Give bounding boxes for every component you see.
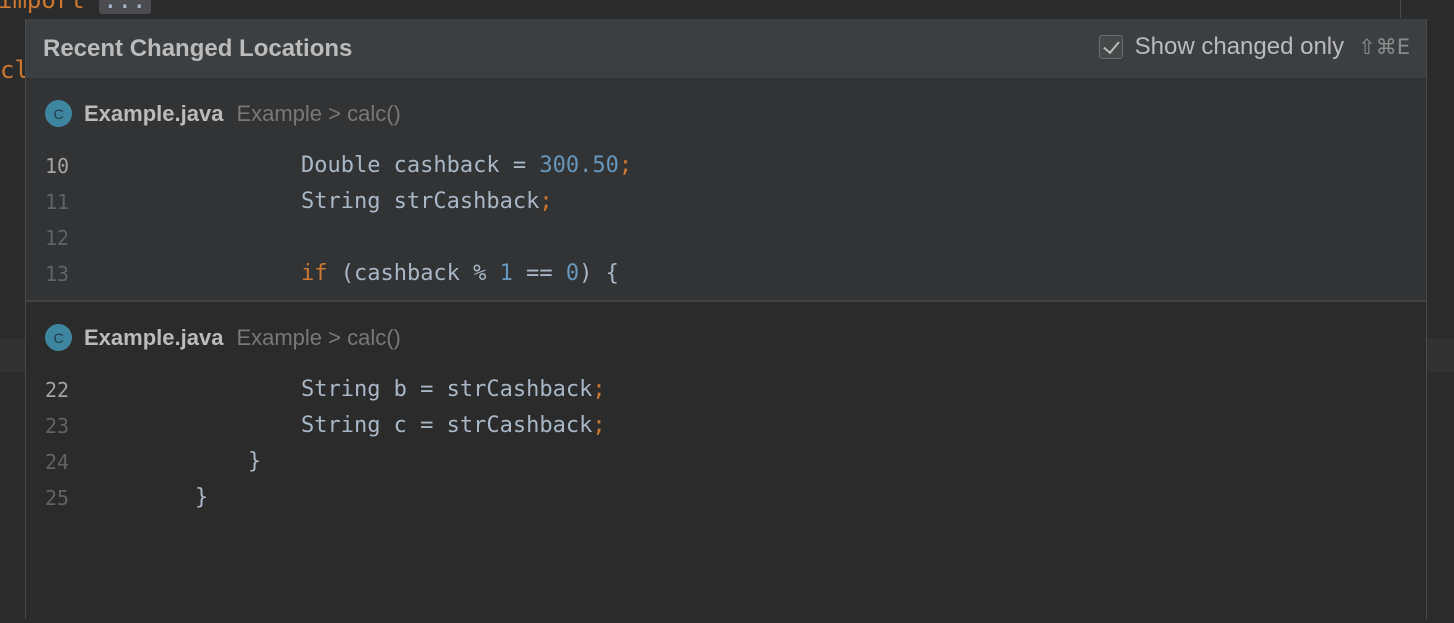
popup-header: Recent Changed Locations Show changed on…: [26, 19, 1426, 79]
code-line: 25}: [45, 480, 606, 516]
shortcut-hint: ⇧⌘E: [1358, 35, 1410, 59]
code-preview: 10 Double cashback = 300.50; 11 String st…: [45, 148, 632, 292]
show-changed-only-checkbox[interactable]: [1098, 35, 1123, 59]
code-text: }: [195, 444, 261, 480]
code-token: ;: [592, 413, 606, 438]
code-text: String b = strCashback;: [195, 372, 606, 408]
code-token: ;: [539, 189, 553, 214]
import-keyword: import: [0, 0, 85, 14]
show-changed-only-label[interactable]: Show changed only: [1135, 33, 1344, 61]
java-class-icon: C: [45, 324, 72, 351]
code-text: }: [195, 480, 208, 516]
line-number: 22: [45, 378, 70, 402]
file-path: Example > calc(): [236, 324, 401, 350]
code-token: String c = strCashback: [300, 413, 593, 438]
location-file-header: C Example.java Example > calc(): [45, 324, 401, 351]
code-token: ;: [618, 153, 633, 178]
code-line: 13 if (cashback % 1 == 0) {: [45, 256, 632, 292]
file-name: Example.java: [84, 100, 224, 126]
code-token: 0: [565, 261, 580, 286]
code-preview: 22 String b = strCashback; 23 String c = …: [45, 372, 606, 516]
code-token: 300.50: [539, 153, 619, 178]
location-entry[interactable]: C Example.java Example > calc() 22 Strin…: [26, 303, 1426, 623]
code-token: if: [300, 261, 341, 286]
code-text: if (cashback % 1 == 0) {: [195, 256, 619, 292]
code-token: }: [195, 485, 209, 510]
code-token: ==: [512, 261, 566, 286]
line-number: 24: [45, 450, 70, 474]
popup-title: Recent Changed Locations: [43, 35, 353, 62]
line-number: 12: [45, 226, 70, 250]
code-line: 12: [45, 220, 632, 256]
location-entry[interactable]: C Example.java Example > calc() 10 Doubl…: [26, 79, 1426, 302]
file-path: Example > calc(): [236, 100, 401, 126]
java-class-icon: C: [45, 100, 72, 127]
code-line: 10 Double cashback = 300.50;: [45, 148, 632, 184]
background-import-line: import ...: [0, 0, 151, 14]
folded-imports[interactable]: ...: [99, 0, 151, 14]
recent-changed-locations-popup: Recent Changed Locations Show changed on…: [25, 19, 1427, 623]
line-number: 13: [45, 262, 70, 286]
code-text: Double cashback = 300.50;: [195, 148, 632, 184]
right-margin-guide: [1400, 0, 1401, 18]
code-line: 11 String strCashback;: [45, 184, 632, 220]
code-text: String strCashback;: [195, 184, 553, 220]
line-number: 11: [45, 190, 70, 214]
code-token: String strCashback: [300, 189, 540, 214]
code-text: String c = strCashback;: [195, 408, 606, 444]
code-token: }: [247, 449, 262, 474]
location-file-header: C Example.java Example > calc(): [45, 100, 401, 127]
code-token: (cashback %: [340, 261, 500, 286]
line-number: 23: [45, 414, 70, 438]
file-name: Example.java: [84, 324, 224, 350]
line-number: 25: [45, 486, 70, 510]
code-token: String b = strCashback: [300, 377, 593, 402]
code-token: Double cashback =: [300, 153, 540, 178]
code-token: 1: [499, 261, 513, 286]
show-changed-only-toggle[interactable]: Show changed only ⇧⌘E: [1098, 33, 1410, 61]
code-token: ;: [592, 377, 606, 402]
code-line: 22 String b = strCashback;: [45, 372, 606, 408]
code-token: ) {: [579, 261, 619, 286]
code-line: 24 }: [45, 444, 606, 480]
line-number: 10: [45, 154, 70, 178]
code-line: 23 String c = strCashback;: [45, 408, 606, 444]
